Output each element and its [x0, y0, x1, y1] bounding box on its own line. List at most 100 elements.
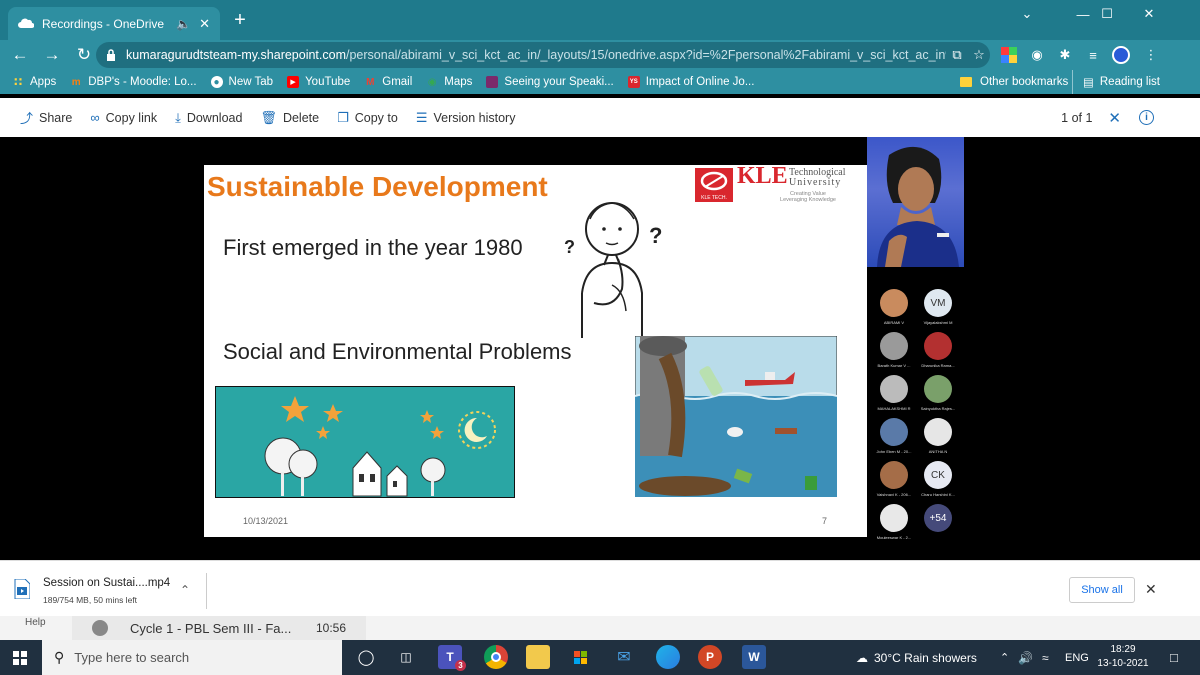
powerpoint-icon[interactable]: P — [698, 645, 722, 669]
slide-bullet-problems: Social and Environmental Problems — [223, 339, 572, 364]
lock-icon — [107, 49, 115, 61]
address-bar[interactable]: kumaragurudtsteam-my.sharepoint.com/pers… — [96, 42, 990, 68]
notifications-icon[interactable]: □ — [1170, 640, 1178, 675]
mail-icon[interactable]: ✉ — [612, 645, 636, 669]
delete-button[interactable]: 🗑 Delete — [260, 110, 319, 126]
extensions-puzzle-icon[interactable]: ✱ — [1054, 44, 1076, 66]
kle-university-text: Technological University — [789, 167, 846, 188]
video-viewer[interactable]: Sustainable Development KLE TECH. KLE Te… — [0, 137, 1200, 560]
forward-button[interactable]: → — [36, 45, 68, 65]
participant-tile[interactable]: CK Charu Harshini K... — [916, 461, 960, 497]
taskbar-clock[interactable]: 18:29 13-10-2021 — [1096, 643, 1150, 671]
cortana-icon[interactable]: ◯ — [354, 645, 378, 669]
edge-icon[interactable] — [656, 645, 680, 669]
meeting-avatar — [92, 620, 108, 636]
other-bookmarks[interactable]: Other bookmarks — [960, 70, 1068, 94]
onedrive-icon — [18, 18, 34, 28]
reading-list-icon: ▤ — [1083, 77, 1094, 89]
more-participants-count: +54 — [924, 504, 952, 532]
participant-tile[interactable]: MAHALAKSHMI R — [872, 375, 916, 411]
close-window-button[interactable]: ✕ — [1126, 0, 1172, 28]
word-icon[interactable]: W — [742, 645, 766, 669]
microsoft-store-icon[interactable] — [568, 645, 592, 669]
copy-to-button[interactable]: ❐ Copy to — [337, 110, 398, 126]
kle-brand-text: KLE — [737, 163, 788, 189]
file-explorer-icon[interactable] — [526, 645, 550, 669]
participant-avatar: VM — [924, 289, 952, 317]
slide-bullet-1980: First emerged in the year 1980 — [223, 235, 523, 260]
thinking-person-illustration: ? ? — [564, 202, 662, 338]
download-file-name[interactable]: Session on Sustai....mp4 — [43, 577, 170, 589]
bookmark-apps[interactable]: ∷ Apps — [12, 75, 56, 89]
bookmark-maps[interactable]: ◉ Maps — [426, 76, 473, 88]
participant-tile[interactable]: Dharunika Rama... — [916, 332, 960, 368]
clock-date: 13-10-2021 — [1097, 658, 1149, 669]
back-button[interactable]: ← — [4, 45, 36, 65]
profile-avatar-icon[interactable] — [1110, 44, 1132, 66]
share-button[interactable]: ⤴ Share — [20, 108, 72, 127]
maximize-button[interactable]: ☐ — [1084, 0, 1130, 28]
media-control-icon[interactable]: ≡ — [1082, 44, 1104, 66]
tab-close-icon[interactable]: ✕ — [199, 16, 210, 32]
bookmark-new-tab[interactable]: ● New Tab — [210, 76, 273, 88]
version-history-button[interactable]: ☰ Version history — [416, 110, 516, 126]
meeting-time: 10:56 — [316, 621, 347, 635]
bookmark-seeing-speaking[interactable]: Seeing your Speaki... — [486, 76, 614, 88]
camera-extension-icon[interactable]: ◉ — [1026, 44, 1048, 66]
audio-playing-icon[interactable]: 🔈 — [176, 17, 191, 31]
download-status: 189/754 MB, 50 mins left — [43, 595, 138, 605]
show-hidden-icons-chevron-icon[interactable]: ⌃ — [1000, 640, 1009, 675]
speaker-person-illustration — [877, 146, 959, 267]
close-shelf-icon[interactable]: ✕ — [1145, 581, 1157, 598]
task-view-icon[interactable]: ◫ — [394, 645, 418, 669]
participant-avatar — [880, 504, 908, 532]
participant-tile[interactable]: Mouleeswar K - 2... — [872, 504, 916, 540]
bookmark-youtube[interactable]: ▶ YouTube — [287, 76, 350, 88]
show-all-downloads-button[interactable]: Show all — [1069, 577, 1135, 603]
svg-text:KLE TECH.: KLE TECH. — [701, 195, 727, 201]
bookmark-gmail[interactable]: M Gmail — [364, 76, 412, 88]
close-viewer-icon[interactable]: ✕ — [1108, 109, 1121, 127]
copy-link-button[interactable]: ∞ Copy link — [90, 110, 157, 125]
tab-search-icon[interactable]: ⌄ — [1004, 0, 1050, 28]
participant-tile[interactable]: VM Vijayalakshmi M — [916, 289, 960, 325]
bookmark-moodle[interactable]: m DBP's - Moodle: Lo... — [70, 76, 197, 88]
url-text: kumaragurudtsteam-my.sharepoint.com/pers… — [126, 48, 946, 62]
participant-tile[interactable]: Vaishnavi K - 206... — [872, 461, 916, 497]
download-shelf: Session on Sustai....mp4 189/754 MB, 50 … — [0, 560, 1200, 616]
bookmark-impact-online[interactable]: YS Impact of Online Jo... — [627, 76, 754, 88]
presentation-slide: Sustainable Development KLE TECH. KLE Te… — [204, 163, 867, 537]
language-indicator[interactable]: ENG — [1065, 640, 1089, 675]
info-icon[interactable]: i — [1139, 110, 1154, 125]
reading-list[interactable]: ▤ Reading list — [1072, 70, 1160, 94]
volume-icon[interactable]: 🔊 — [1018, 640, 1033, 675]
participant-tile[interactable]: John Eben M - 20... — [872, 418, 916, 454]
kle-logo: KLE TECH. KLE Technological University Cr… — [695, 163, 861, 205]
teams-icon[interactable]: T3 — [438, 645, 466, 671]
download-options-chevron-icon[interactable]: ⌃ — [180, 583, 190, 597]
participant-tile[interactable]: Sainyuktha Rajes... — [916, 375, 960, 411]
tab-onedrive[interactable]: Recordings - OneDrive 🔈 ✕ — [8, 7, 220, 40]
help-label[interactable]: Help — [25, 617, 46, 628]
copy-icon: ❐ — [337, 109, 349, 125]
participant-avatar — [880, 332, 908, 360]
taskbar-search-input[interactable]: ⚲ Type here to search — [42, 640, 342, 675]
weather-widget[interactable]: ☁ 30°C Rain showers — [856, 640, 977, 675]
color-extension-icon[interactable] — [998, 44, 1020, 66]
share-page-icon[interactable]: ⧉ — [946, 47, 968, 63]
new-tab-button[interactable]: + — [228, 8, 252, 32]
chrome-icon[interactable] — [484, 645, 508, 669]
teams-meeting-mini-window[interactable]: Cycle 1 - PBL Sem III - Fa... 10:56 — [72, 616, 366, 640]
windows-start-icon[interactable] — [13, 651, 27, 665]
download-button[interactable]: ⤓ Download — [175, 110, 242, 126]
more-participants-button[interactable]: +54 — [916, 504, 960, 532]
browser-menu-icon[interactable]: ⋮ — [1140, 44, 1162, 66]
participant-tile[interactable]: Barath Kumar V ... — [872, 332, 916, 368]
wifi-icon[interactable]: ≈ — [1042, 640, 1049, 675]
folder-icon — [960, 77, 972, 87]
svg-text:?: ? — [564, 237, 575, 257]
water-pollution-illustration — [635, 336, 837, 497]
bookmark-star-icon[interactable]: ☆ — [968, 47, 990, 63]
participant-tile[interactable]: ANITHA N — [916, 418, 960, 454]
participant-tile[interactable]: ABIRAMI V — [872, 289, 916, 325]
